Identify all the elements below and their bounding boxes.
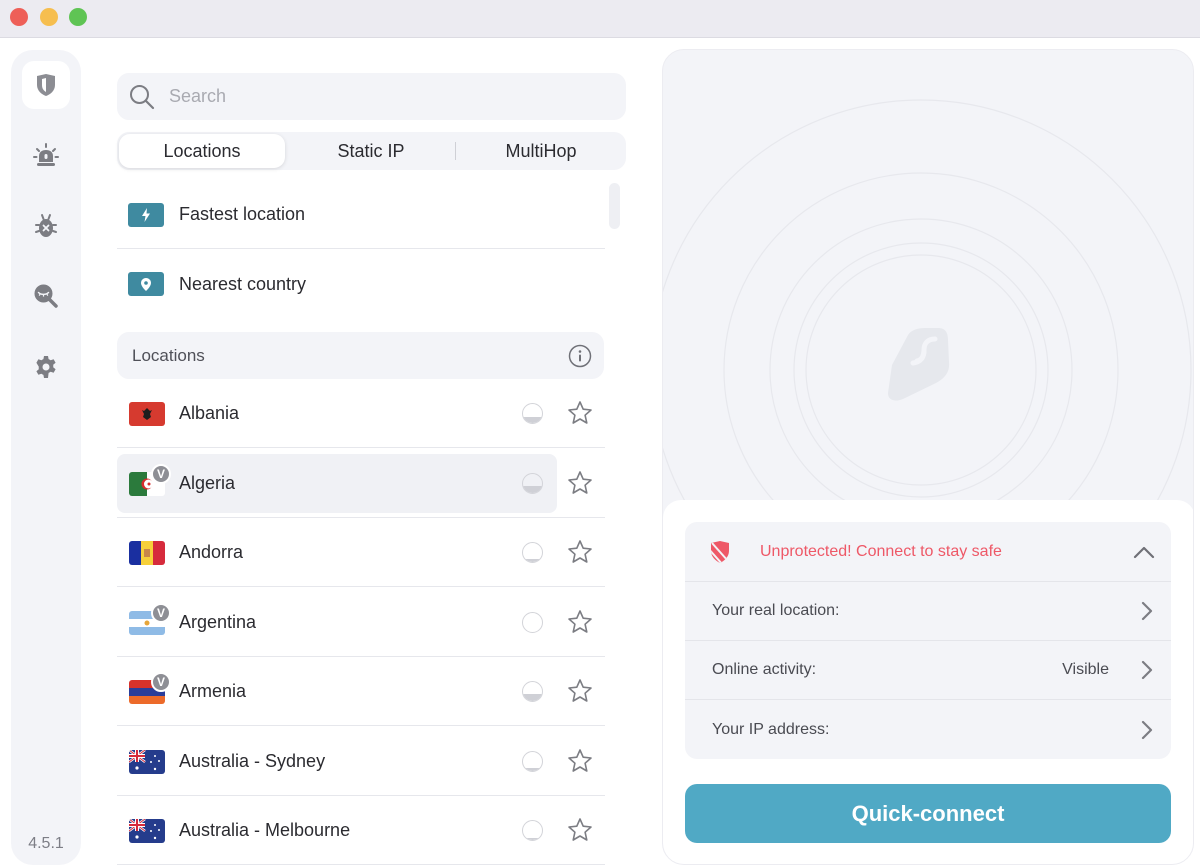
- server-load-indicator: [522, 611, 543, 633]
- minimize-window-button[interactable]: [40, 8, 58, 26]
- sidebar-item-alert[interactable]: [22, 132, 70, 180]
- flag-icon: [129, 541, 165, 565]
- app-version: 4.5.1: [28, 835, 64, 852]
- sidebar-item-vpn[interactable]: [22, 61, 70, 109]
- surfshark-logo-icon: [888, 328, 950, 401]
- virtual-location-badge: V: [151, 463, 171, 484]
- server-load-indicator: [522, 472, 543, 494]
- real-location-row[interactable]: Your real location:: [685, 582, 1171, 641]
- fastest-location-item[interactable]: Fastest location: [117, 181, 605, 249]
- sidebar: 4.5.1: [11, 50, 81, 865]
- flag-icon: [129, 402, 165, 426]
- ip-address-row[interactable]: Your IP address:: [685, 700, 1171, 759]
- info-icon[interactable]: [568, 344, 592, 368]
- favorite-star-icon[interactable]: [567, 470, 593, 496]
- location-name: Albania: [179, 403, 240, 423]
- server-load-fill: [523, 767, 542, 771]
- fastest-location-label: Fastest location: [179, 204, 306, 224]
- virtual-location-badge: V: [151, 672, 171, 692]
- favorite-star-icon[interactable]: [567, 748, 593, 774]
- tab-divider: [455, 142, 456, 160]
- status-card: Unprotected! Connect to stay safe Your r…: [663, 500, 1193, 864]
- quick-connect-button[interactable]: Quick-connect: [685, 784, 1171, 843]
- favorite-star-icon[interactable]: [567, 817, 593, 843]
- protection-info: Unprotected! Connect to stay safe Your r…: [685, 522, 1171, 759]
- location-name: Australia - Sydney: [179, 750, 326, 771]
- location-row[interactable]: V Armenia: [117, 657, 605, 726]
- virtual-location-badge: V: [151, 602, 171, 623]
- server-load-indicator: [522, 542, 543, 563]
- location-row[interactable]: Australia - Sydney: [117, 727, 605, 796]
- tab-locations[interactable]: Locations: [119, 134, 285, 168]
- sidebar-item-antivirus[interactable]: [22, 202, 70, 250]
- location-row[interactable]: V Algeria: [117, 449, 605, 518]
- unprotected-shield-icon: [711, 540, 729, 563]
- close-window-button[interactable]: [10, 8, 28, 26]
- location-name: Andorra: [179, 542, 244, 562]
- flag-icon: [129, 819, 165, 843]
- favorite-star-icon[interactable]: [567, 539, 593, 565]
- chevron-right-icon: [1141, 660, 1153, 680]
- favorite-star-icon[interactable]: [567, 609, 593, 635]
- favorite-star-icon[interactable]: [567, 678, 593, 704]
- tab-multihop[interactable]: MultiHop: [459, 134, 623, 168]
- online-activity-row[interactable]: Online activity: Visible: [685, 641, 1171, 700]
- nearest-country-label: Nearest country: [179, 273, 307, 294]
- server-load-fill: [523, 838, 542, 840]
- chevron-right-icon: [1141, 720, 1153, 739]
- shield-icon: [37, 74, 55, 96]
- location-name: Argentina: [179, 611, 257, 632]
- ip-address-label: Your IP address:: [712, 720, 830, 738]
- location-tabs: Locations Static IP MultiHop: [117, 132, 626, 170]
- location-row[interactable]: Albania: [117, 379, 605, 448]
- server-load-indicator: [522, 681, 543, 702]
- flag-icon: [129, 749, 165, 774]
- search-icon: [130, 84, 155, 109]
- protection-status-row[interactable]: Unprotected! Connect to stay safe: [685, 522, 1171, 582]
- location-name: Armenia: [179, 681, 247, 701]
- title-bar: [0, 0, 1200, 38]
- server-load-indicator: [522, 750, 543, 772]
- server-load-indicator: [522, 820, 543, 841]
- section-title: Locations: [132, 345, 205, 365]
- server-load-indicator: [522, 403, 543, 424]
- location-pin-icon: [128, 272, 164, 296]
- server-load-fill: [523, 417, 542, 423]
- favorite-star-icon[interactable]: [567, 400, 593, 426]
- private-search-icon: [34, 284, 58, 308]
- real-location-label: Your real location:: [712, 602, 840, 619]
- gear-icon: [36, 356, 56, 378]
- bug-icon: [35, 214, 57, 237]
- connection-panel: Unprotected! Connect to stay safe Your r…: [662, 49, 1194, 865]
- search-input[interactable]: [169, 86, 589, 107]
- location-name: Algeria: [179, 472, 236, 493]
- nearest-country-item[interactable]: Nearest country: [117, 250, 605, 318]
- list-scrollbar[interactable]: [609, 183, 620, 229]
- location-name: Australia - Melbourne: [179, 820, 351, 840]
- sidebar-item-private-search[interactable]: [22, 272, 70, 320]
- online-activity-value: Visible: [1062, 661, 1109, 678]
- sidebar-item-settings[interactable]: [22, 343, 70, 391]
- location-row[interactable]: Australia - Melbourne: [117, 796, 605, 865]
- search-box[interactable]: [117, 73, 626, 120]
- zoom-window-button[interactable]: [69, 8, 87, 26]
- location-row[interactable]: V Argentina: [117, 588, 605, 657]
- chevron-right-icon: [1141, 601, 1153, 621]
- alert-siren-icon: [33, 143, 59, 166]
- server-load-fill: [523, 559, 542, 562]
- lightning-icon: [128, 202, 164, 227]
- location-row[interactable]: Andorra: [117, 518, 605, 587]
- chevron-up-icon[interactable]: [1133, 545, 1155, 559]
- server-load-fill: [523, 694, 542, 701]
- unprotected-warning: Unprotected! Connect to stay safe: [760, 542, 1002, 560]
- online-activity-label: Online activity:: [712, 661, 817, 678]
- radar-background: [663, 99, 1192, 510]
- server-load-fill: [523, 485, 542, 493]
- locations-section-header: Locations: [117, 332, 604, 379]
- tab-static-ip[interactable]: Static IP: [289, 134, 453, 168]
